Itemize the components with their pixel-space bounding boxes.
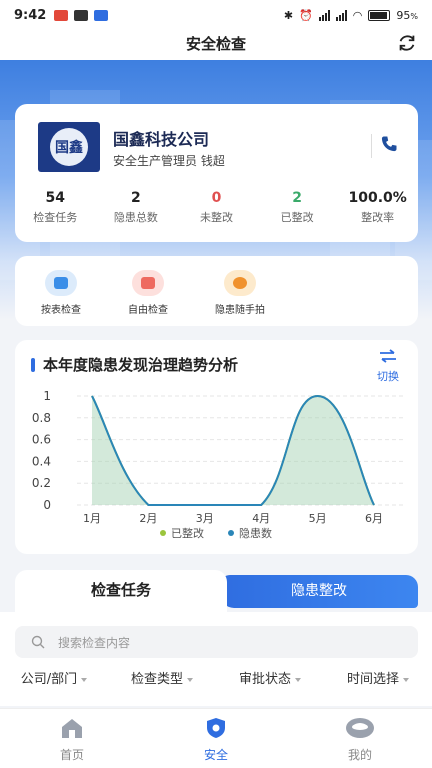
download-icon [94,9,109,21]
hazard-snapshot-button[interactable]: 隐患随手拍 [200,270,280,316]
app-icon [74,9,89,21]
status-bar: 9:42 ✱ ⏰ ◠ 95% [0,0,432,30]
divider [371,134,372,158]
y-tick-label: 0.2 [32,476,51,490]
legend-label: 已整改 [171,526,204,540]
status-time: 9:42 [14,7,47,23]
shield-check-icon [132,270,164,296]
stat-hazards-total[interactable]: 2 隐患总数 [96,190,177,225]
chevron-down-icon [187,677,193,682]
stat-unrectified[interactable]: 0 未整改 [176,190,257,225]
legend-label: 隐患数 [239,527,272,540]
y-tick-label: 0.6 [32,433,51,447]
home-icon [62,719,82,738]
bluetooth-icon: ✱ [283,8,294,22]
filter-approval-status[interactable]: 审批状态 [216,668,324,687]
trend-chart-card: 本年度隐患发现治理趋势分析 切换 0 0.2 0.4 0.6 0.8 1 1月 2月 3月 4月 5… [15,340,418,554]
legend-marker [228,530,234,536]
safety-icon [207,718,225,738]
bottom-nav: 首页 安全 我的 [0,708,432,768]
title-bar: 安全检查 [0,30,432,60]
checklist-icon [45,270,77,296]
search-icon [31,635,45,649]
camera-icon [224,270,256,296]
company-card: 国鑫 国鑫科技公司 安全生产管理员 钱超 54 检查任务 2 隐患总数 0 未整… [15,104,418,242]
checklist-inspection-button[interactable]: 按表检查 [21,270,101,316]
company-name: 国鑫科技公司 [113,130,210,149]
chevron-down-icon [81,677,88,682]
stat-tasks[interactable]: 54 检查任务 [15,190,96,225]
quick-actions-card: 按表检查 自由检查 隐患随手拍 [15,256,418,326]
phone-icon[interactable] [379,134,399,154]
trend-chart: 0 0.2 0.4 0.6 0.8 1 1月 2月 3月 4月 5月 6月已整改 隐患数 [32,389,404,540]
chevron-down-icon [403,677,409,682]
y-tick-label: 0.8 [32,411,51,425]
chevron-down-icon [295,677,301,682]
nav-safety[interactable]: 安全 [144,709,288,768]
signal-icon [318,9,330,21]
nav-profile[interactable]: 我的 [288,709,432,768]
task-tabs: 隐患整改 检查任务 [15,570,418,614]
company-role: 安全生产管理员 钱超 [113,154,225,168]
x-tick-label: 5月 [309,512,327,525]
y-tick-label: 0.4 [32,454,51,468]
filter-time[interactable]: 时间选择 [324,668,432,687]
y-tick-label: 1 [43,389,51,403]
search-input[interactable]: 搜索检查内容 [15,626,418,658]
tab-hazard-rectify[interactable]: 隐患整改 [220,575,418,608]
y-tick-label: 0 [43,498,51,512]
company-logo: 国鑫 [38,122,100,172]
task-panel: 搜索检查内容 公司/部门 检查类型 审批状态 时间选择 [0,612,432,706]
stats-row: 54 检查任务 2 隐患总数 0 未整改 2 已整改 100.0% 整改率 [15,190,418,225]
alarm-icon: ⏰ [299,8,313,22]
wifi-icon: ◠ [352,8,363,22]
filter-department[interactable]: 公司/部门 [0,668,108,687]
battery-icon [368,9,391,21]
stat-rectify-rate[interactable]: 100.0% 整改率 [337,190,418,225]
x-tick-label: 3月 [196,512,214,525]
search-placeholder: 搜索检查内容 [58,636,131,650]
x-tick-label: 6月 [365,512,383,525]
x-tick-label: 4月 [252,512,270,525]
filter-inspection-type[interactable]: 检查类型 [108,668,216,687]
legend-marker [160,530,166,536]
signal-icon [335,9,347,21]
tab-inspection-tasks[interactable]: 检查任务 [15,570,227,614]
x-tick-label: 1月 [83,512,101,525]
nav-home[interactable]: 首页 [0,709,144,768]
free-inspection-button[interactable]: 自由检查 [108,270,188,316]
profile-icon [346,718,374,738]
stat-rectified[interactable]: 2 已整改 [257,190,338,225]
page-title: 安全检查 [185,35,246,53]
x-tick-label: 2月 [139,512,157,525]
notification-icon [54,9,69,21]
battery-percent: 95% [396,8,418,22]
refresh-icon[interactable] [396,32,418,54]
filter-bar: 公司/部门 检查类型 审批状态 时间选择 [0,668,432,687]
